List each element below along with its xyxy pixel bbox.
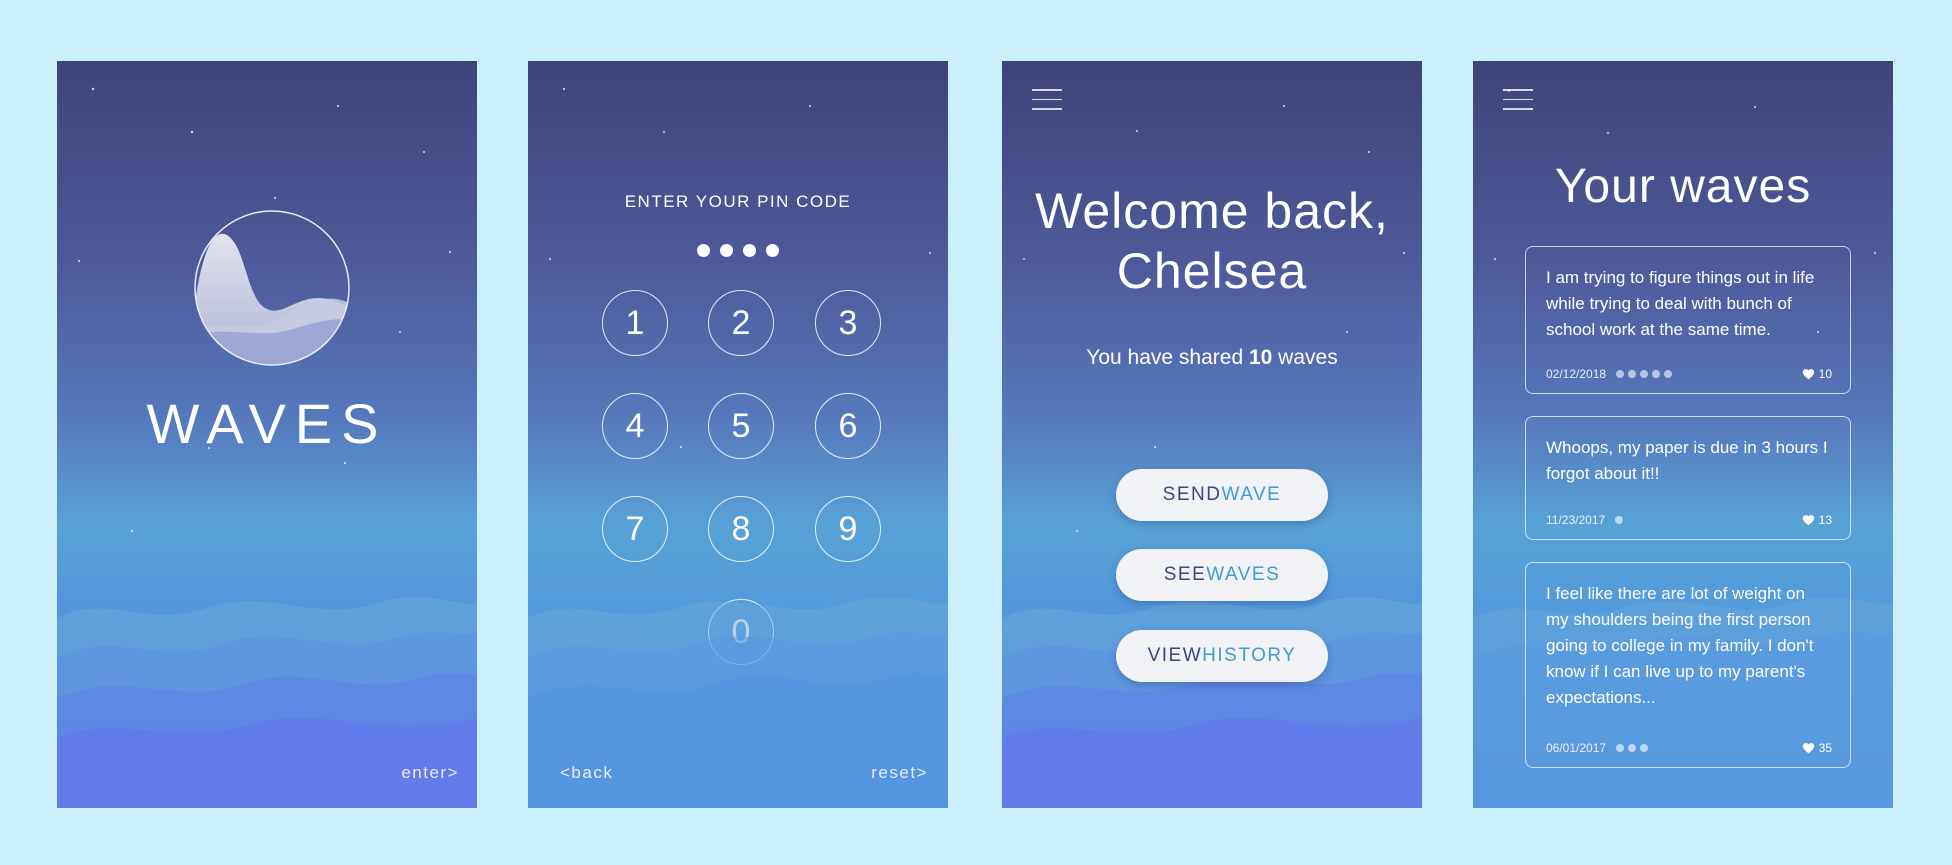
pin-indicator [528,244,948,257]
pin-screen: ENTER YOUR PIN CODE 1 2 3 4 5 6 7 8 9 0 … [528,61,948,808]
wave-dots [1616,370,1673,378]
back-link[interactable]: <back [560,763,613,783]
like-count[interactable]: 13 [1802,513,1832,527]
waves-background [1002,597,1422,808]
your-waves-screen: Your waves I am trying to figure things … [1473,61,1893,808]
keypad-key-8[interactable]: 8 [708,496,774,562]
view-history-accent: HISTORY [1202,645,1297,666]
heart-icon [1802,743,1814,754]
view-history-button[interactable]: VIEW HISTORY [1116,630,1328,682]
reset-link[interactable]: reset> [871,763,928,783]
wave-text: Whoops, my paper is due in 3 hours I for… [1546,438,1828,483]
pin-dot [697,244,710,257]
wave-date: 02/12/2018 [1546,367,1607,381]
send-wave-accent: WAVE [1221,484,1282,505]
wave-date: 11/23/2017 [1546,513,1606,527]
keypad-key-7[interactable]: 7 [602,496,668,562]
wave-text: I feel like there are lot of weight on m… [1546,584,1814,707]
wave-date: 06/01/2017 [1546,741,1607,755]
splash-screen: WAVES enter> [57,61,477,808]
waves-logo-icon [194,210,350,366]
welcome-line: Welcome back, [1035,183,1389,239]
wave-footer: 11/23/2017 13 [1546,513,1832,527]
keypad-key-4[interactable]: 4 [602,393,668,459]
keypad-key-9[interactable]: 9 [815,496,881,562]
home-screen: Welcome back, Chelsea You have shared 10… [1002,61,1422,808]
welcome-heading: Welcome back, Chelsea [1002,181,1422,301]
like-number: 35 [1818,741,1832,755]
shared-prefix: You have shared [1086,346,1249,369]
send-wave-label: SEND [1162,484,1222,505]
wave-card[interactable]: Whoops, my paper is due in 3 hours I for… [1525,416,1851,540]
enter-link[interactable]: enter> [401,763,459,783]
wave-text: I am trying to figure things out in life… [1546,268,1815,339]
send-wave-button[interactable]: SEND WAVE [1116,469,1328,521]
shared-suffix: waves [1272,346,1338,369]
wave-footer: 02/12/2018 10 [1546,367,1832,381]
heart-icon [1802,515,1814,526]
like-number: 10 [1818,367,1832,381]
menu-icon[interactable] [1032,89,1062,111]
like-number: 13 [1818,513,1832,527]
keypad-key-5[interactable]: 5 [708,393,774,459]
shared-count-text: You have shared 10 waves [1002,346,1422,370]
heart-icon [1802,369,1814,380]
wave-card[interactable]: I feel like there are lot of weight on m… [1525,562,1851,768]
pin-dot [766,244,779,257]
keypad-key-1[interactable]: 1 [602,290,668,356]
pin-dot [720,244,733,257]
see-waves-accent: WAVES [1206,564,1281,585]
view-history-label: VIEW [1147,645,1203,666]
wave-dots [1615,516,1624,524]
keypad-key-2[interactable]: 2 [708,290,774,356]
pin-title: ENTER YOUR PIN CODE [624,192,852,211]
see-waves-button[interactable]: SEE WAVES [1116,549,1328,601]
keypad-key-6[interactable]: 6 [815,393,881,459]
like-count[interactable]: 35 [1802,741,1832,755]
wave-footer: 06/01/2017 35 [1546,741,1832,755]
app-brand-title: WAVES [146,392,388,455]
wave-dots [1616,744,1649,752]
like-count[interactable]: 10 [1802,367,1832,381]
page-title: Your waves [1554,160,1812,213]
see-waves-label: SEE [1163,564,1207,585]
keypad-key-3[interactable]: 3 [815,290,881,356]
pin-dot [743,244,756,257]
shared-count: 10 [1248,346,1273,369]
wave-card[interactable]: I am trying to figure things out in life… [1525,246,1851,394]
user-name: Chelsea [1116,243,1308,299]
menu-icon[interactable] [1503,89,1533,111]
